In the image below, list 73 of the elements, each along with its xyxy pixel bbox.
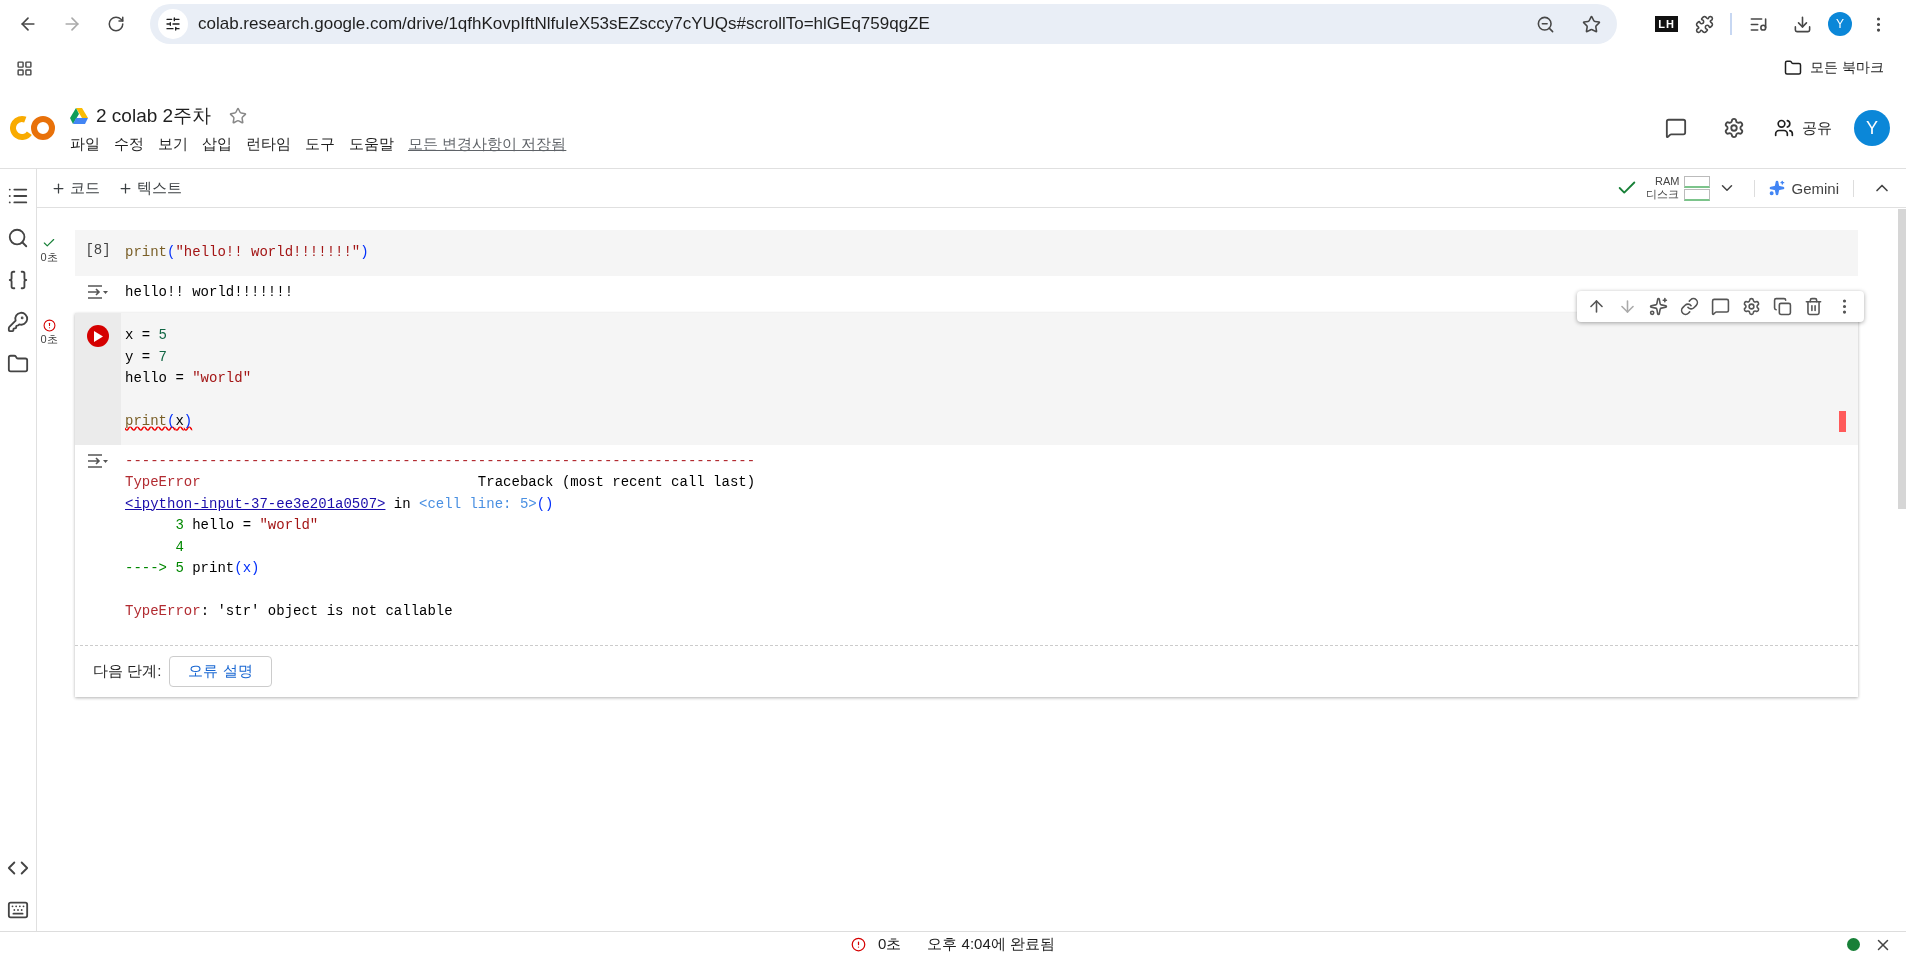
comment-icon[interactable] <box>1711 297 1730 316</box>
status-message: 오후 4:04에 완료됨 <box>927 935 1055 954</box>
drive-icon <box>70 107 88 124</box>
site-info-icon[interactable] <box>158 9 188 39</box>
menu-item[interactable]: 파일 <box>70 134 100 154</box>
menu-item[interactable]: 수정 <box>114 134 144 154</box>
menu-item[interactable]: 보기 <box>158 134 188 154</box>
traceback-line: TypeError Traceback (most recent call last) <box>125 473 757 492</box>
copy-icon[interactable] <box>1773 297 1792 316</box>
all-bookmarks-button[interactable]: 모든 북마크 <box>1784 59 1884 77</box>
traceback-line: --------------------------------------------------------------------------- <box>125 451 757 471</box>
execution-time: 0초 <box>878 935 902 954</box>
error-marker <box>1839 411 1846 432</box>
profile-avatar[interactable]: Y <box>1828 12 1852 36</box>
execution-count: [8] <box>85 242 111 260</box>
code-editor[interactable]: x = 5 y = 7 hello = "world" print(x) <box>75 313 1858 445</box>
next-steps-label: 다음 단계: <box>93 661 162 681</box>
explain-error-button[interactable]: 오류 설명 <box>169 655 272 687</box>
add-cell-button[interactable]: 텍스트 <box>118 178 182 198</box>
ram-meter <box>1684 175 1711 188</box>
disk-label: 디스크 <box>1646 188 1680 201</box>
code-editor[interactable]: [8] print("hello!! world!!!!!!!") <box>75 230 1858 276</box>
code-line: x = 5 <box>125 326 168 345</box>
code-line: hello = "world" <box>125 369 253 388</box>
account-avatar[interactable]: Y <box>1854 110 1890 146</box>
star-icon[interactable] <box>229 106 248 125</box>
traceback-line: ----> 5 print(x) <box>125 559 261 578</box>
menu-item[interactable]: 도구 <box>305 134 335 154</box>
notebook-title[interactable]: 2 colab 2주차 <box>96 102 212 129</box>
runtime-resources[interactable]: RAM 디스크 <box>1616 175 1737 201</box>
output-toggle-icon[interactable] <box>87 452 109 469</box>
output-toggle-icon[interactable] <box>87 283 109 300</box>
url-text: colab.research.google.com/drive/1qfhKovpIftNlfuIeX53sEZsccy7cYUQs#scrollTo=hlGEq759qgZE <box>198 14 931 34</box>
disk-meter <box>1684 188 1711 201</box>
menu-item[interactable]: 런타임 <box>246 134 291 154</box>
key-icon[interactable] <box>7 311 29 333</box>
colab-logo[interactable] <box>10 115 56 141</box>
extension-badge[interactable]: LH <box>1655 16 1678 32</box>
plus-icon <box>51 180 66 196</box>
folder-icon[interactable] <box>7 353 29 375</box>
sparkle-icon[interactable] <box>1649 297 1668 316</box>
move-up-icon[interactable] <box>1587 297 1606 316</box>
keyboard-icon[interactable] <box>7 899 29 921</box>
menu-item[interactable]: 삽입 <box>202 134 232 154</box>
share-button[interactable]: 공유 <box>1774 118 1832 138</box>
add-cell-button[interactable]: 코드 <box>51 178 100 198</box>
execution-time: 0초 <box>40 250 58 265</box>
run-button[interactable] <box>87 325 109 347</box>
code-line: y = 7 <box>125 347 168 367</box>
folder-icon <box>1784 59 1803 77</box>
gemini-button[interactable]: Gemini <box>1754 179 1854 197</box>
execution-time: 0초 <box>40 332 58 347</box>
code-line: print(x) <box>125 412 194 431</box>
search-icon[interactable] <box>7 227 29 249</box>
address-bar[interactable]: colab.research.google.com/drive/1qfhKovpIftNlfuIeX53sEZsccy7cYUQs#scrollTo=hlGEq759qgZE <box>150 4 1618 44</box>
settings-icon[interactable] <box>1742 297 1761 316</box>
link-icon[interactable] <box>1680 297 1699 316</box>
code-line: print("hello!! world!!!!!!!") <box>125 243 370 262</box>
play-icon <box>93 330 103 342</box>
traceback-line: 4 <box>174 537 185 557</box>
ram-label: RAM <box>1655 175 1680 188</box>
code-cell[interactable]: [8] print("hello!! world!!!!!!!") hello!! world!!!!!!! <box>75 230 1858 311</box>
traceback-line: 3 hello = "world" <box>174 516 320 535</box>
traceback-line: <ipython-input-37-ee3e201a0507> in <cell line: 5>() <box>125 494 555 514</box>
plus-icon <box>118 180 133 196</box>
menu-item[interactable]: 도움말 <box>349 134 394 154</box>
delete-icon[interactable] <box>1804 297 1823 316</box>
output-line: hello!! world!!!!!!! <box>125 282 295 302</box>
people-icon <box>1774 118 1794 138</box>
variables-icon[interactable] <box>7 269 29 291</box>
sparkle-icon <box>1769 180 1786 196</box>
save-status[interactable]: 모든 변경사항이 저장됨 <box>408 134 567 154</box>
traceback-line: TypeError: 'str' object is not callable <box>125 602 454 621</box>
